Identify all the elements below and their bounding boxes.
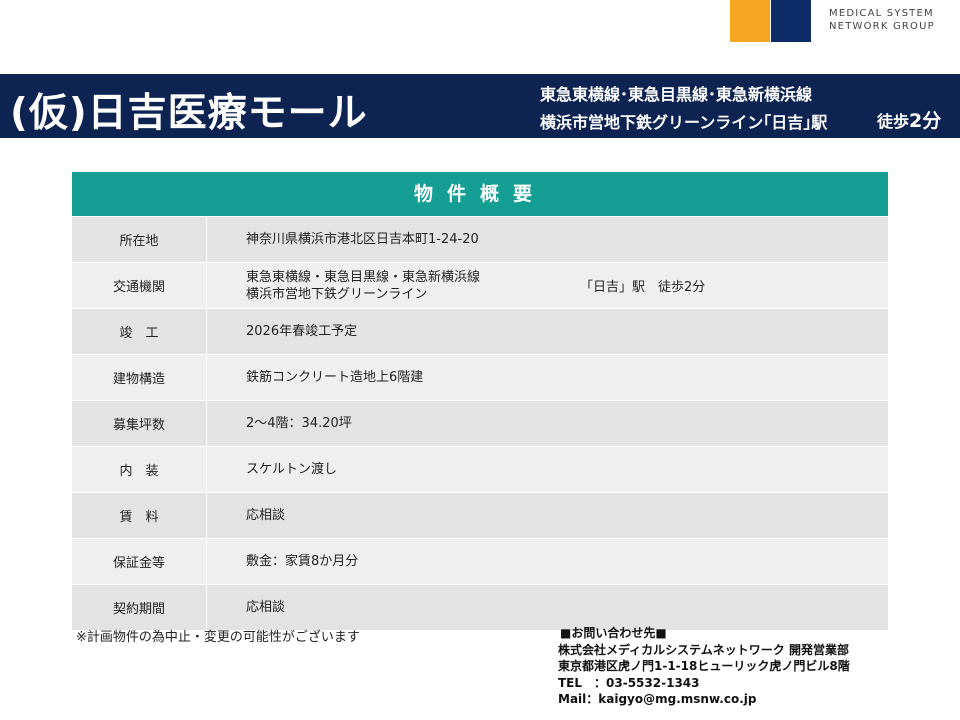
- title-banner: (仮)日吉医療モール 東急東横線･東急目黒線･東急新横浜線 横浜市営地下鉄グリー…: [0, 74, 960, 138]
- table-row: 内 装 スケルトン渡し: [72, 446, 888, 492]
- row-label: 契約期間: [72, 585, 207, 630]
- table-header: 物件概要: [72, 172, 888, 216]
- row-value-text: 鉄筋コンクリート造地上6階建: [246, 370, 424, 385]
- table-row: 竣 工 2026年春竣工予定: [72, 308, 888, 354]
- logo-line-2: NETWORK GROUP: [829, 21, 935, 32]
- row-value-text: スケルトン渡し: [246, 462, 338, 477]
- row-value: 応相談: [246, 585, 285, 630]
- banner-walk-value: 2分: [909, 110, 942, 132]
- contact-heading: ■お問い合わせ先■: [560, 626, 667, 640]
- table-row: 建物構造 鉄筋コンクリート造地上6階建: [72, 354, 888, 400]
- footnote: ※計画物件の為中止・変更の可能性がございます: [76, 630, 360, 645]
- banner-access-line-2: 横浜市営地下鉄グリーンライン｢日吉｣駅: [540, 113, 828, 132]
- row-value-right: 「日吉」駅 徒歩2分: [580, 280, 706, 295]
- row-value-text: 応相談: [246, 508, 286, 523]
- banner-walk-time: 徒歩2分: [877, 106, 941, 133]
- row-value-text: 神奈川県横浜市港北区日吉本町1-24-20: [246, 232, 479, 247]
- table-row: 交通機関 東急東横線・東急目黒線・東急新横浜線 横浜市営地下鉄グリーンライン 「…: [72, 262, 888, 308]
- row-value: 2026年春竣工予定: [246, 309, 357, 354]
- contact-company: 株式会社メディカルシステムネットワーク 開発営業部: [558, 642, 849, 657]
- row-label: 竣 工: [72, 309, 207, 354]
- logo-orange-block: [730, 0, 770, 42]
- row-value: 応相談: [246, 493, 285, 538]
- row-label: 内 装: [72, 447, 207, 492]
- contact-address: 東京都港区虎ノ門1-1-18ヒューリック虎ノ門ビル8階: [558, 659, 850, 673]
- row-label: 保証金等: [72, 539, 207, 584]
- row-value: 2～4階：34.20坪: [246, 401, 352, 446]
- row-value-text: 2～4階：34.20坪: [246, 416, 352, 431]
- row-label: 建物構造: [72, 355, 207, 400]
- row-value: 神奈川県横浜市港北区日吉本町1-24-20: [246, 217, 479, 262]
- contact-info: ■お問い合わせ先■ 株式会社メディカルシステムネットワーク 開発営業部 東京都港…: [558, 625, 850, 708]
- table-row: 募集坪数 2～4階：34.20坪: [72, 400, 888, 446]
- banner-walk-prefix: 徒歩: [877, 112, 910, 131]
- row-value: 鉄筋コンクリート造地上6階建: [246, 355, 423, 400]
- logo-navy-block: [771, 0, 811, 42]
- row-label: 賃 料: [72, 493, 207, 538]
- property-title: (仮)日吉医療モール: [10, 91, 368, 136]
- row-value-text: 敷金：家賃8か月分: [246, 554, 359, 569]
- row-value: スケルトン渡し: [246, 447, 337, 492]
- row-value: 敷金：家賃8か月分: [246, 539, 358, 584]
- row-label: 交通機関: [72, 263, 207, 308]
- row-value-line-1: 東急東横線・東急目黒線・東急新横浜線: [246, 269, 481, 285]
- table-row: 保証金等 敷金：家賃8か月分: [72, 538, 888, 584]
- row-value-text: 2026年春竣工予定: [246, 324, 358, 339]
- logo-line-1: MEDICAL SYSTEM: [829, 8, 934, 19]
- banner-access-line-1: 東急東横線･東急目黒線･東急新横浜線: [540, 85, 813, 104]
- row-label: 募集坪数: [72, 401, 207, 446]
- contact-tel: TEL ：03-5532-1343: [558, 675, 700, 690]
- table-row: 賃 料 応相談: [72, 492, 888, 538]
- property-overview-table: 物件概要 所在地 神奈川県横浜市港北区日吉本町1-24-20 交通機関 東急東横…: [72, 172, 888, 630]
- row-value-line-2: 横浜市営地下鉄グリーンライン: [246, 286, 428, 302]
- table-row: 契約期間 応相談: [72, 584, 888, 630]
- row-value: 東急東横線・東急目黒線・東急新横浜線 横浜市営地下鉄グリーンライン: [246, 263, 480, 308]
- contact-mail: Mail：kaigyo@mg.msnw.co.jp: [558, 692, 757, 706]
- company-logo-text: MEDICAL SYSTEM NETWORK GROUP: [829, 7, 935, 33]
- row-label: 所在地: [72, 217, 207, 262]
- row-value-text: 応相談: [246, 600, 286, 615]
- table-row: 所在地 神奈川県横浜市港北区日吉本町1-24-20: [72, 216, 888, 262]
